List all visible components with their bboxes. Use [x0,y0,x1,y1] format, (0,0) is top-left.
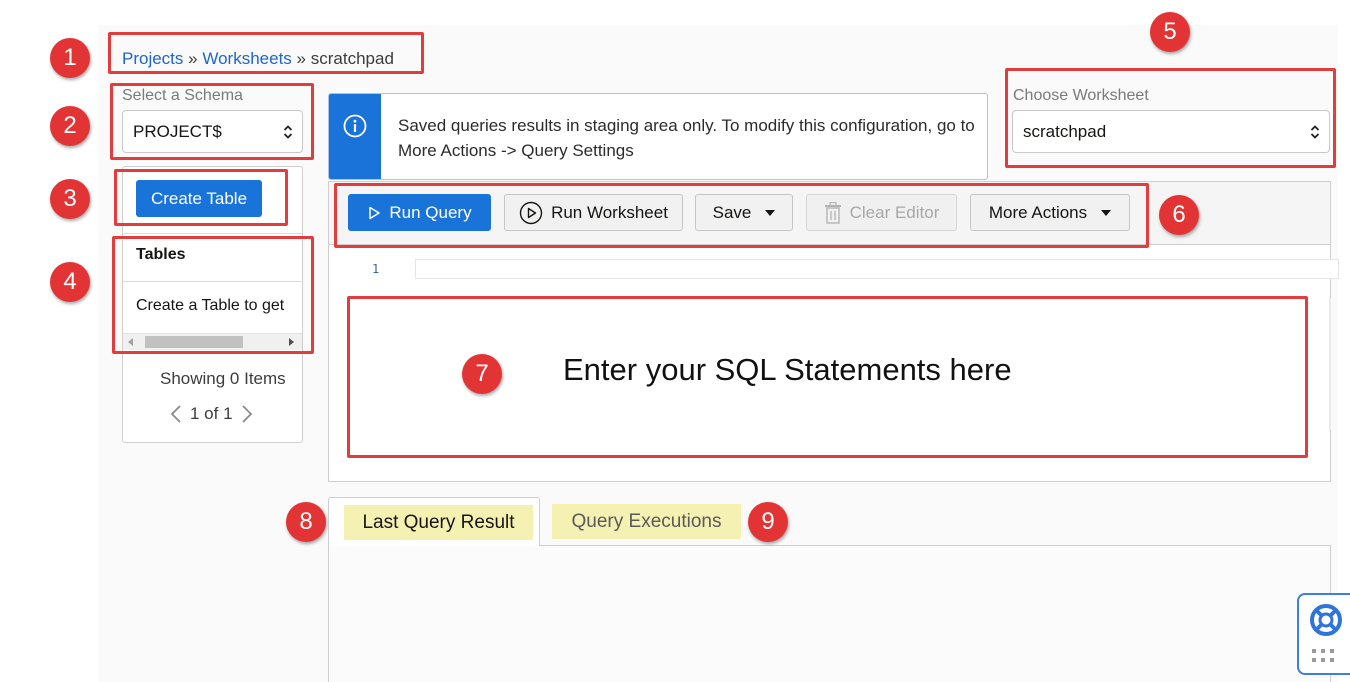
annotation-badge-6: 6 [1159,195,1199,235]
caret-down-icon [765,209,776,216]
breadcrumb: Projects » Worksheets » scratchpad [122,49,394,69]
help-widget[interactable] [1297,593,1350,675]
schema-label: Select a Schema [122,87,243,104]
info-icon [343,114,367,138]
tab-query-executions-label: Query Executions [552,504,741,539]
annotation-badge-4: 4 [50,262,90,302]
worksheet-select[interactable]: scratchpad [1012,110,1330,153]
scrollbar-thumb[interactable] [145,336,243,348]
sql-editor-input[interactable] [415,259,1339,279]
banner-icon-strip [329,94,381,179]
annotation-badge-9: 9 [748,502,788,542]
annotation-badge-7: 7 [462,354,502,394]
sql-editor-placeholder: Enter your SQL Statements here [563,352,1012,387]
banner-message: Saved queries results in staging area on… [398,116,975,160]
annotation-badge-2: 2 [50,106,90,146]
run-worksheet-label: Run Worksheet [551,202,668,222]
tables-horizontal-scrollbar[interactable] [123,333,302,350]
grid-dots-icon [1312,649,1334,662]
annotation-badge-1: 1 [50,38,90,78]
save-label: Save [712,202,752,222]
breadcrumb-separator: » [296,49,307,68]
worksheet-label: Choose Worksheet [1013,87,1149,104]
clear-editor-button[interactable]: Clear Editor [806,194,957,231]
schema-select[interactable]: PROJECT$ [122,110,303,153]
select-updown-icon [283,124,293,139]
page-indicator: 1 of 1 [190,404,233,423]
tables-column-header: Tables [136,246,186,263]
editor-scrollbar[interactable] [1329,298,1331,430]
lifebuoy-icon [1310,604,1342,636]
annotation-badge-3: 3 [50,179,90,219]
chevron-left-icon[interactable] [170,404,182,424]
play-icon [369,206,381,219]
breadcrumb-separator: » [188,49,198,68]
tables-empty-message: Create a Table to get [136,297,285,314]
scroll-left-icon[interactable] [128,338,133,346]
breadcrumb-worksheets-link[interactable]: Worksheets [202,49,291,68]
select-updown-icon [1310,124,1320,139]
worksheet-select-value: scratchpad [1023,121,1107,141]
scroll-right-icon[interactable] [289,338,294,346]
more-actions-button[interactable]: More Actions [970,194,1130,231]
line-number: 1 [372,262,380,276]
annotation-badge-8: 8 [286,502,326,542]
chevron-right-icon[interactable] [241,404,253,424]
screenshot-stage: Projects » Worksheets » scratchpad Selec… [0,0,1350,682]
tab-last-query-result[interactable]: Last Query Result [328,497,540,546]
caret-down-icon [1101,209,1112,216]
divider [123,281,302,282]
trash-icon [824,201,841,224]
breadcrumb-projects-link[interactable]: Projects [122,49,183,68]
play-circle-icon [519,201,543,224]
info-banner: Saved queries results in staging area on… [328,93,988,180]
tab-last-query-result-label: Last Query Result [344,505,533,540]
save-button[interactable]: Save [695,194,793,231]
clear-editor-label: Clear Editor [849,202,940,222]
results-panel [328,545,1331,682]
divider [123,233,302,234]
pagination: 1 of 1 [170,404,253,424]
showing-items-count: Showing 0 Items [160,369,286,388]
more-actions-label: More Actions [988,202,1088,222]
tab-query-executions[interactable]: Query Executions [552,504,741,539]
run-query-label: Run Query [389,202,472,222]
breadcrumb-current: scratchpad [310,49,394,68]
run-worksheet-button[interactable]: Run Worksheet [504,194,683,231]
create-table-button[interactable]: Create Table [136,180,262,217]
run-query-button[interactable]: Run Query [348,194,491,231]
schema-select-value: PROJECT$ [133,121,222,141]
annotation-badge-5: 5 [1150,12,1190,52]
